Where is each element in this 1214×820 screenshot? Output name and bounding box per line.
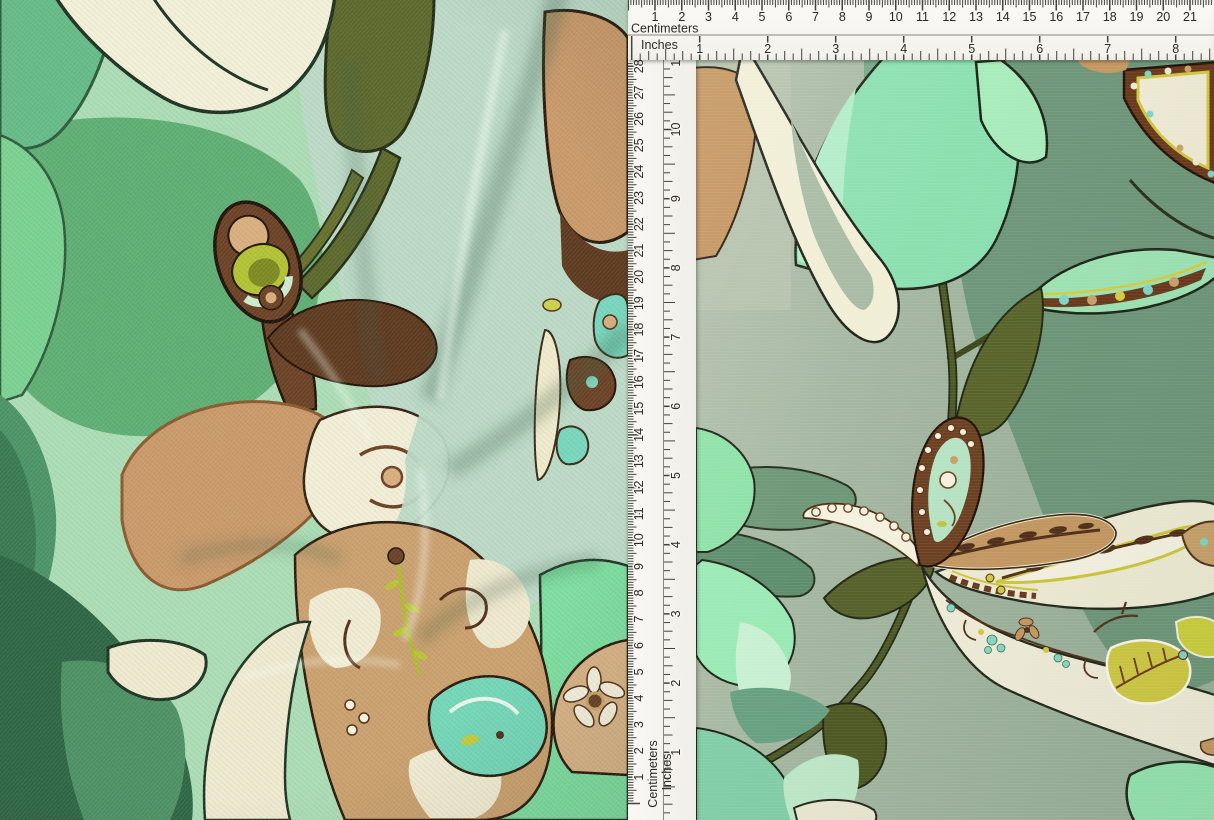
inch-number: 9 bbox=[669, 195, 683, 202]
cm-number: 16 bbox=[632, 375, 646, 389]
inch-number: 3 bbox=[832, 42, 839, 56]
centimeters-label: Centimeters bbox=[646, 740, 660, 807]
inch-number: 4 bbox=[669, 541, 683, 548]
cm-number: 2 bbox=[632, 747, 646, 754]
cm-number: 27 bbox=[632, 86, 646, 100]
cm-number: 5 bbox=[632, 668, 646, 675]
inch-number: 5 bbox=[968, 42, 975, 56]
vertical-ruler-scale: 1234567891011121314151617181920212223242… bbox=[628, 60, 696, 820]
chartreuse-feather bbox=[1107, 640, 1190, 703]
cm-number: 18 bbox=[1103, 10, 1117, 24]
cm-number: 28 bbox=[632, 60, 646, 73]
drape-illustration bbox=[0, 0, 628, 820]
inches-label: Inches bbox=[641, 38, 678, 52]
cm-number: 7 bbox=[812, 10, 819, 24]
cm-number: 19 bbox=[1130, 10, 1144, 24]
cm-number: 23 bbox=[632, 191, 646, 205]
cm-number: 21 bbox=[1183, 10, 1197, 24]
fabric-product-photo: 123456789101112131415161718192021Centime… bbox=[0, 0, 1214, 820]
centimeters-label: Centimeters bbox=[631, 22, 698, 36]
fabric-flat-swatch bbox=[696, 60, 1214, 820]
inch-number: 1 bbox=[696, 42, 703, 56]
vertical-ruler: 1234567891011121314151617181920212223242… bbox=[628, 60, 696, 820]
cm-number: 17 bbox=[1076, 10, 1090, 24]
cm-number: 3 bbox=[705, 10, 712, 24]
cm-number: 16 bbox=[1049, 10, 1063, 24]
inch-number: 2 bbox=[669, 680, 683, 687]
inch-number: 4 bbox=[900, 42, 907, 56]
cm-number: 14 bbox=[632, 428, 646, 442]
cm-number: 4 bbox=[632, 695, 646, 702]
cm-number: 14 bbox=[996, 10, 1010, 24]
cm-number: 1 bbox=[632, 774, 646, 781]
cm-number: 9 bbox=[866, 10, 873, 24]
cm-number: 22 bbox=[632, 217, 646, 231]
cm-number: 6 bbox=[785, 10, 792, 24]
inch-number: 10 bbox=[669, 123, 683, 137]
cm-number: 20 bbox=[1156, 10, 1170, 24]
cm-number: 10 bbox=[889, 10, 903, 24]
cm-number: 24 bbox=[632, 165, 646, 179]
cm-number: 15 bbox=[632, 402, 646, 416]
inch-number: 8 bbox=[669, 264, 683, 271]
inch-number: 7 bbox=[669, 334, 683, 341]
cm-number: 3 bbox=[632, 721, 646, 728]
cm-number: 8 bbox=[839, 10, 846, 24]
cm-number: 6 bbox=[632, 642, 646, 649]
cm-number: 26 bbox=[632, 112, 646, 126]
cm-number: 18 bbox=[632, 323, 646, 337]
cm-number: 25 bbox=[632, 138, 646, 152]
inch-number: 8 bbox=[1172, 42, 1179, 56]
cm-number: 13 bbox=[969, 10, 983, 24]
inch-number: 7 bbox=[1104, 42, 1111, 56]
cm-number: 9 bbox=[632, 563, 646, 570]
inch-number: 5 bbox=[669, 472, 683, 479]
inch-number: 2 bbox=[764, 42, 771, 56]
cm-number: 8 bbox=[632, 589, 646, 596]
inch-number: 6 bbox=[669, 403, 683, 410]
horizontal-ruler: 123456789101112131415161718192021Centime… bbox=[628, 0, 1214, 60]
cm-number: 13 bbox=[632, 454, 646, 468]
cm-number: 12 bbox=[632, 481, 646, 495]
cm-number: 17 bbox=[632, 349, 646, 363]
cm-number: 15 bbox=[1023, 10, 1037, 24]
cm-number: 7 bbox=[632, 616, 646, 623]
cm-number: 11 bbox=[632, 507, 646, 520]
cm-number: 19 bbox=[632, 296, 646, 310]
horizontal-ruler-scale: 123456789101112131415161718192021Centime… bbox=[628, 0, 1214, 60]
fabric-drape-photo bbox=[0, 0, 628, 820]
inch-number: 11 bbox=[669, 60, 683, 67]
cm-number: 5 bbox=[759, 10, 766, 24]
inch-number: 6 bbox=[1036, 42, 1043, 56]
inches-label: Inches bbox=[660, 754, 674, 791]
cm-number: 12 bbox=[942, 10, 956, 24]
inch-number: 3 bbox=[669, 610, 683, 617]
swatch-illustration bbox=[696, 60, 1214, 820]
cm-number: 10 bbox=[632, 533, 646, 547]
cm-number: 20 bbox=[632, 270, 646, 284]
cm-number: 11 bbox=[916, 10, 929, 24]
cm-number: 21 bbox=[632, 244, 646, 258]
cm-number: 4 bbox=[732, 10, 739, 24]
